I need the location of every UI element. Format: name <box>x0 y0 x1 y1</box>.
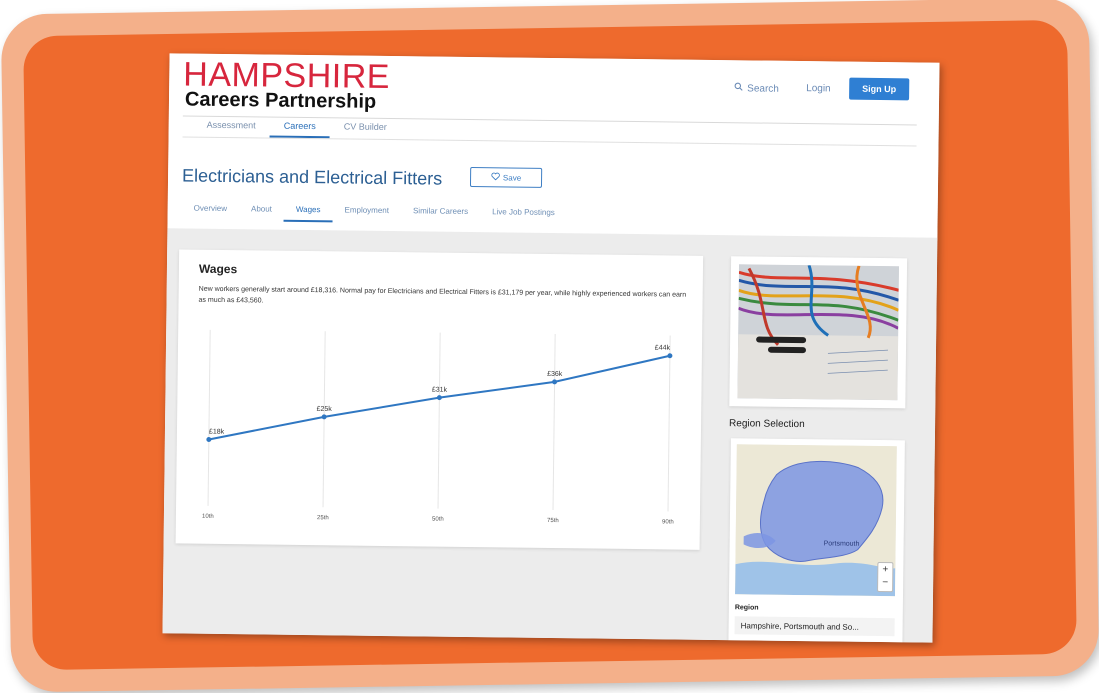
page-title: Electricians and Electrical Fitters <box>181 165 443 189</box>
wage-data-label: £44k <box>655 345 671 352</box>
signup-button[interactable]: Sign Up <box>849 77 910 101</box>
wage-line-chart: 10th 25th 50th 75th 90th £18k £25k £31k £36k £44k <box>202 329 674 526</box>
save-button[interactable]: Save <box>469 166 543 188</box>
nav-item-assessment[interactable]: Assessment <box>193 120 270 138</box>
search-link[interactable]: Search <box>734 82 779 95</box>
wage-data-label: £31k <box>432 387 448 394</box>
wage-data-label: £18k <box>209 429 225 436</box>
career-photo-card <box>729 256 908 409</box>
login-link[interactable]: Login <box>806 83 831 94</box>
chart-gridline <box>552 334 556 511</box>
tab-about[interactable]: About <box>239 204 284 222</box>
zoom-out-button[interactable]: − <box>878 576 892 589</box>
wage-data-point[interactable] <box>321 414 327 420</box>
map-zoom-controls: + − <box>877 562 894 593</box>
zoom-in-button[interactable]: + <box>878 563 892 576</box>
region-field-label: Region <box>734 604 759 612</box>
website-screenshot: HAMPSHIRE Careers Partnership Search Log… <box>162 53 940 643</box>
wage-data-point[interactable] <box>436 395 442 401</box>
career-tabs: Overview About Wages Employment Similar … <box>182 203 567 225</box>
region-map[interactable]: Portsmouth + − <box>735 444 897 597</box>
nav-divider <box>182 136 917 147</box>
wage-data-point[interactable] <box>667 353 673 359</box>
chart-x-tick-label: 90th <box>662 519 674 525</box>
logo-careers-partnership[interactable]: Careers Partnership <box>185 89 376 113</box>
tab-employment[interactable]: Employment <box>332 205 401 223</box>
nav-item-cv-builder[interactable]: CV Builder <box>330 121 401 139</box>
wage-data-point[interactable] <box>552 379 558 385</box>
map-place-label: Portsmouth <box>824 540 860 547</box>
search-label: Search <box>747 82 779 95</box>
region-select[interactable]: Hampshire, Portsmouth and So... <box>734 616 895 637</box>
wage-data-label: £36k <box>547 371 563 378</box>
electrical-wires-photo <box>737 264 900 401</box>
chart-x-tick-label: 75th <box>547 518 559 524</box>
nav-item-careers[interactable]: Careers <box>269 120 330 139</box>
site-header: HAMPSHIRE Careers Partnership Search Log… <box>167 53 940 241</box>
chart-gridline <box>207 329 211 506</box>
tab-live-job-postings[interactable]: Live Job Postings <box>480 207 567 225</box>
search-icon <box>734 82 743 94</box>
chart-x-tick-label: 25th <box>317 515 329 521</box>
region-selection-heading: Region Selection <box>729 418 805 431</box>
chart-x-tick-label: 50th <box>432 517 444 523</box>
chart-gridline <box>437 332 441 509</box>
wage-data-label: £25k <box>317 406 333 413</box>
save-label: Save <box>502 172 522 183</box>
wages-card: Wages New workers generally start around… <box>175 249 704 550</box>
wage-data-point[interactable] <box>206 437 212 443</box>
tab-overview[interactable]: Overview <box>182 203 240 221</box>
chart-x-tick-label: 10th <box>202 514 214 520</box>
region-selected-value: Hampshire, Portsmouth and So... <box>740 620 859 632</box>
tab-wages[interactable]: Wages <box>283 204 333 223</box>
chart-gridline <box>667 335 671 512</box>
tab-similar-careers[interactable]: Similar Careers <box>401 206 480 224</box>
region-map-card: Portsmouth + − Region Hampshire, Portsmo… <box>728 438 905 643</box>
heart-icon <box>491 172 500 182</box>
